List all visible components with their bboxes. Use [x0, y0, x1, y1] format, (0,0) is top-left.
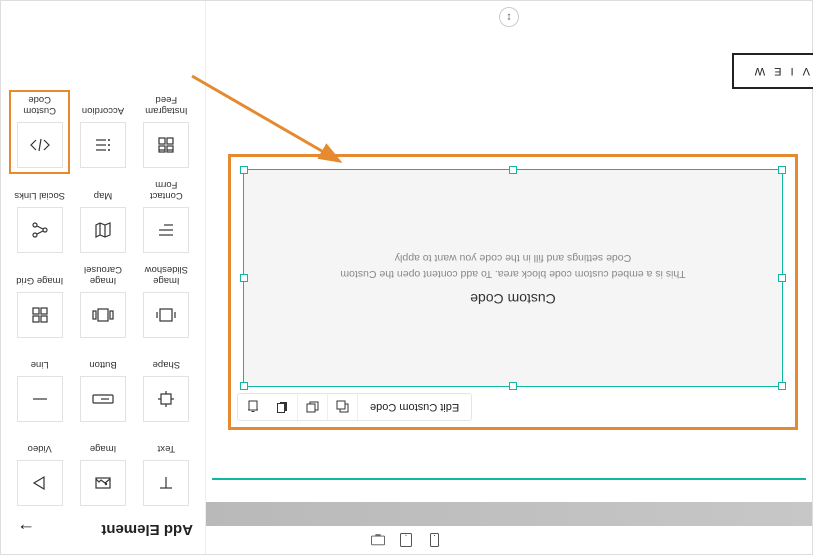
placeholder-title: Custom Code: [470, 291, 556, 307]
element-label: Image Grid: [16, 264, 63, 286]
form-icon: [143, 207, 189, 253]
desktop-icon[interactable]: [372, 533, 386, 547]
element-slideshow[interactable]: Image Slideshow: [140, 263, 193, 338]
element-map[interactable]: Map: [76, 178, 129, 253]
copy-icon[interactable]: [268, 394, 298, 420]
element-label: Custom Code: [13, 94, 66, 117]
element-label: Map: [94, 179, 112, 201]
element-carousel[interactable]: Image Carousel: [76, 263, 129, 338]
element-label: Accordion: [82, 94, 124, 116]
element-social[interactable]: Social Links: [13, 178, 66, 253]
app-frame: Edit Custom Code Custom Code This is a e…: [0, 0, 813, 555]
element-button[interactable]: Button: [76, 348, 129, 422]
elements-grid: Text Image Video Shape Button Line Image Slide…: [13, 94, 193, 506]
image-icon: [80, 460, 126, 506]
element-line[interactable]: Line: [13, 348, 66, 422]
element-label: Image Slideshow: [140, 263, 193, 286]
element-label: Contact Form: [140, 178, 193, 201]
carousel-icon: [80, 292, 126, 338]
add-element-panel: Add Element → Text Image Video Shape Button L…: [1, 1, 206, 554]
element-label: Instagram Feed: [140, 94, 193, 117]
element-accordion[interactable]: Accordion: [76, 94, 129, 169]
element-label: Social Links: [14, 179, 65, 201]
shape-icon: [143, 376, 189, 422]
placeholder-description: This is a embed custom code block area. …: [333, 249, 693, 281]
element-label: Image: [90, 432, 116, 454]
delete-icon[interactable]: [238, 394, 268, 420]
panel-header: Add Element →: [13, 506, 193, 554]
element-shape[interactable]: Shape: [140, 348, 193, 422]
element-grid[interactable]: Image Grid: [13, 263, 66, 338]
grid-icon: [17, 292, 63, 338]
element-video[interactable]: Video: [13, 432, 66, 506]
element-label: Button: [89, 348, 116, 370]
text-icon: [143, 460, 189, 506]
edit-custom-code-button[interactable]: Edit Custom Code: [358, 394, 471, 420]
accordion-icon: [80, 122, 126, 168]
video-icon: [17, 460, 63, 506]
custom-code-block[interactable]: Custom Code This is a embed custom code …: [243, 169, 783, 387]
custom-code-block-highlight: Edit Custom Code Custom Code This is a e…: [228, 154, 798, 430]
block-toolbar: Edit Custom Code: [237, 393, 472, 421]
element-code[interactable]: Custom Code: [13, 94, 66, 169]
canvas[interactable]: Edit Custom Code Custom Code This is a e…: [206, 1, 812, 502]
section-resize-handle[interactable]: ↕: [499, 7, 519, 27]
element-selected-highlight: Custom Code: [9, 90, 70, 175]
insta-icon: [143, 122, 189, 168]
move-back-icon[interactable]: [298, 394, 328, 420]
duplicate-icon[interactable]: [328, 394, 358, 420]
section-divider: [212, 478, 806, 480]
block-placeholder: Custom Code This is a embed custom code …: [244, 170, 782, 386]
map-icon: [80, 207, 126, 253]
tablet-icon[interactable]: [400, 533, 414, 547]
button-icon: [80, 376, 126, 422]
element-form[interactable]: Contact Form: [140, 178, 193, 253]
element-label: Video: [28, 432, 52, 454]
element-label: Image Carousel: [76, 263, 129, 286]
element-label: Shape: [153, 348, 180, 370]
page-strip: [206, 502, 812, 526]
code-icon: [17, 122, 63, 168]
close-icon[interactable]: →: [13, 516, 39, 545]
panel-title: Add Element: [101, 522, 193, 539]
view-button[interactable]: V I E W: [732, 53, 813, 89]
line-icon: [17, 376, 63, 422]
element-label: Line: [31, 348, 49, 370]
element-image[interactable]: Image: [76, 432, 129, 506]
slideshow-icon: [143, 292, 189, 338]
element-insta[interactable]: Instagram Feed: [140, 94, 193, 169]
social-icon: [17, 207, 63, 253]
element-text[interactable]: Text: [140, 432, 193, 506]
mobile-icon[interactable]: [428, 533, 442, 547]
element-label: Text: [158, 432, 175, 454]
